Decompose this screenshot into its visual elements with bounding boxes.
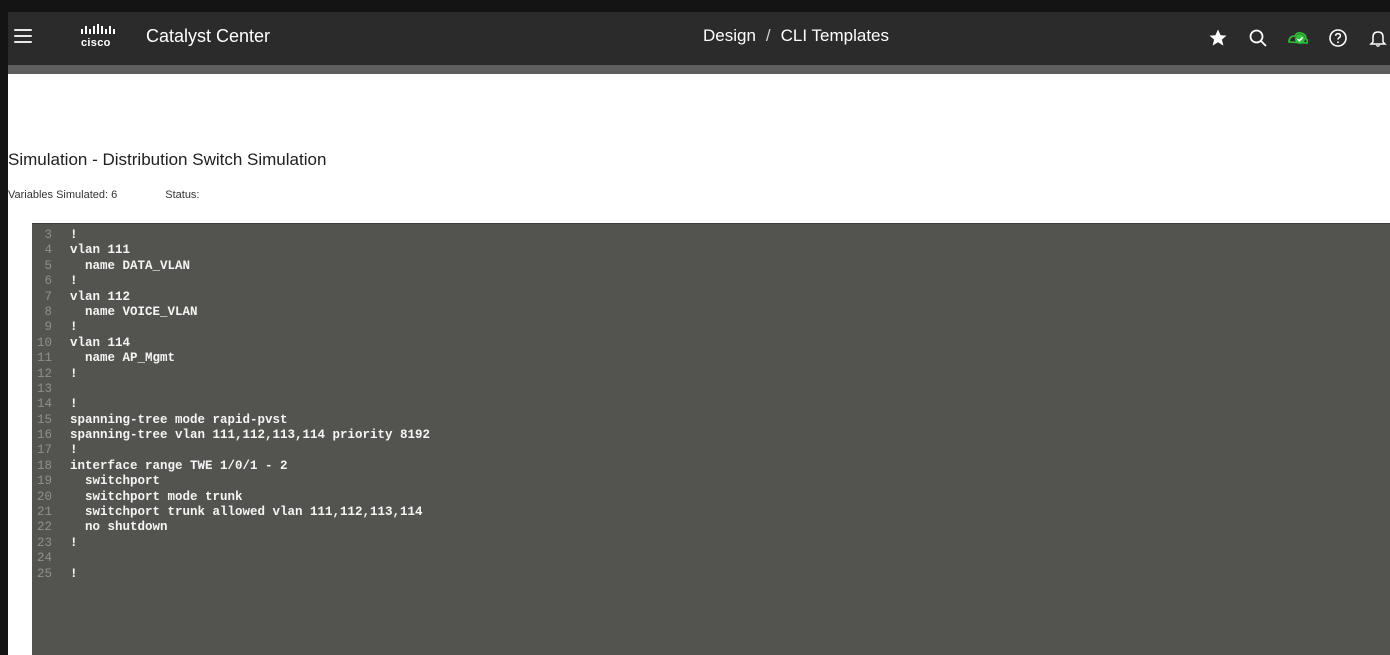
line-number: 13 <box>36 381 52 396</box>
health-status-icon[interactable] <box>1286 26 1310 50</box>
code-line: 19 switchport <box>32 474 1390 489</box>
code-line: 18 interface range TWE 1/0/1 - 2 <box>32 459 1390 474</box>
header-actions <box>1190 26 1390 50</box>
breadcrumb: Design / CLI Templates <box>703 26 889 46</box>
line-number: 9 <box>44 320 52 335</box>
line-number: 18 <box>36 458 52 473</box>
bell-icon[interactable] <box>1366 26 1390 50</box>
line-number: 3 <box>44 228 52 242</box>
line-number: 21 <box>36 505 52 520</box>
code-text: spanning-tree mode rapid-pvst <box>70 412 288 427</box>
line-number: 17 <box>36 443 52 458</box>
line-number: 16 <box>36 428 52 443</box>
line-number: 22 <box>36 520 52 535</box>
help-icon[interactable] <box>1326 26 1350 50</box>
logo-text: cisco <box>81 37 111 49</box>
code-line: 17! <box>32 443 1390 458</box>
code-text: ! <box>70 274 78 289</box>
line-number: 20 <box>36 489 52 504</box>
code-text: ! <box>70 320 78 335</box>
app-window: cisco Catalyst Center Design / CLI Templ… <box>8 12 1390 655</box>
code-line: 6! <box>32 274 1390 289</box>
line-number: 19 <box>36 474 52 489</box>
code-text: ! <box>70 535 78 550</box>
screen-frame: cisco Catalyst Center Design / CLI Templ… <box>0 0 1390 655</box>
line-number: 6 <box>44 274 52 289</box>
code-text: name AP_Mgmt <box>70 351 176 366</box>
code-line: 22 no shutdown <box>32 520 1390 535</box>
code-lines: 3! 4 vlan 111 5 name DATA_VLAN 6! 7 vlan 112 8 … <box>32 224 1390 582</box>
line-number: 10 <box>36 335 52 350</box>
code-line: 21 switchport trunk allowed vlan 111,112… <box>32 505 1390 520</box>
line-number: 7 <box>44 289 52 304</box>
code-line: 20 switchport mode trunk <box>32 490 1390 505</box>
code-text: ! <box>70 566 78 581</box>
code-line: 15 spanning-tree mode rapid-pvst <box>32 413 1390 428</box>
code-text: ! <box>70 366 78 381</box>
simulation-meta: Variables Simulated: 6 Status: <box>8 189 248 201</box>
cisco-logo: cisco <box>78 23 128 53</box>
search-icon[interactable] <box>1246 26 1270 50</box>
code-line: 9! <box>32 320 1390 335</box>
header-shadow <box>8 65 1390 74</box>
code-line: 4 vlan 111 <box>32 243 1390 258</box>
line-number: 23 <box>36 535 52 550</box>
code-line: 24 <box>32 551 1390 566</box>
line-number: 4 <box>44 243 52 258</box>
code-text: ! <box>70 443 78 458</box>
line-number: 14 <box>36 397 52 412</box>
page-title: Simulation - Distribution Switch Simulat… <box>8 150 327 169</box>
top-navigation-bar: cisco Catalyst Center Design / CLI Templ… <box>8 12 1390 65</box>
code-text: switchport mode trunk <box>70 489 243 504</box>
breadcrumb-cli-templates: CLI Templates <box>780 26 890 45</box>
line-number: 15 <box>36 412 52 427</box>
code-text: ! <box>70 397 78 412</box>
breadcrumb-design[interactable]: Design <box>703 26 756 46</box>
code-line: 5 name DATA_VLAN <box>32 259 1390 274</box>
line-number: 24 <box>36 551 52 566</box>
star-icon[interactable] <box>1206 26 1230 50</box>
breadcrumb-separator: / <box>765 26 771 45</box>
code-line: 3! <box>32 228 1390 243</box>
code-text: vlan 111 <box>70 243 131 258</box>
code-line: 23! <box>32 536 1390 551</box>
variables-simulated: Variables Simulated: 6 <box>8 189 118 201</box>
line-number: 11 <box>36 351 52 366</box>
code-line: 12! <box>32 367 1390 382</box>
code-line: 11 name AP_Mgmt <box>32 351 1390 366</box>
status-label: Status: <box>165 189 200 201</box>
code-text: name DATA_VLAN <box>70 258 191 273</box>
code-line: 10 vlan 114 <box>32 336 1390 351</box>
code-line: 7 vlan 112 <box>32 290 1390 305</box>
code-line: 16 spanning-tree vlan 111,112,113,114 pri… <box>32 428 1390 443</box>
code-text: switchport <box>70 474 161 489</box>
line-number: 25 <box>36 566 52 581</box>
code-text: switchport trunk allowed vlan 111,112,11… <box>70 505 423 520</box>
code-text: spanning-tree vlan 111,112,113,114 prior… <box>70 428 431 443</box>
cli-code-editor[interactable]: 3! 4 vlan 111 5 name DATA_VLAN 6! 7 vlan 112 8 … <box>32 223 1390 655</box>
line-number: 12 <box>36 366 52 381</box>
code-line: 25! <box>32 567 1390 582</box>
code-text: no shutdown <box>70 520 168 535</box>
app-title[interactable]: Catalyst Center <box>146 26 270 47</box>
code-line: 13 <box>32 382 1390 397</box>
code-text: vlan 112 <box>70 289 131 304</box>
line-number: 8 <box>44 304 52 319</box>
line-number: 5 <box>44 258 52 273</box>
code-text: ! <box>70 228 78 242</box>
code-text: interface range TWE 1/0/1 - 2 <box>70 458 288 473</box>
code-line: 14! <box>32 397 1390 412</box>
menu-icon[interactable] <box>14 29 32 45</box>
code-text: name VOICE_VLAN <box>70 304 198 319</box>
code-line: 8 name VOICE_VLAN <box>32 305 1390 320</box>
code-text: vlan 114 <box>70 335 131 350</box>
cisco-bars-icon <box>81 24 115 34</box>
